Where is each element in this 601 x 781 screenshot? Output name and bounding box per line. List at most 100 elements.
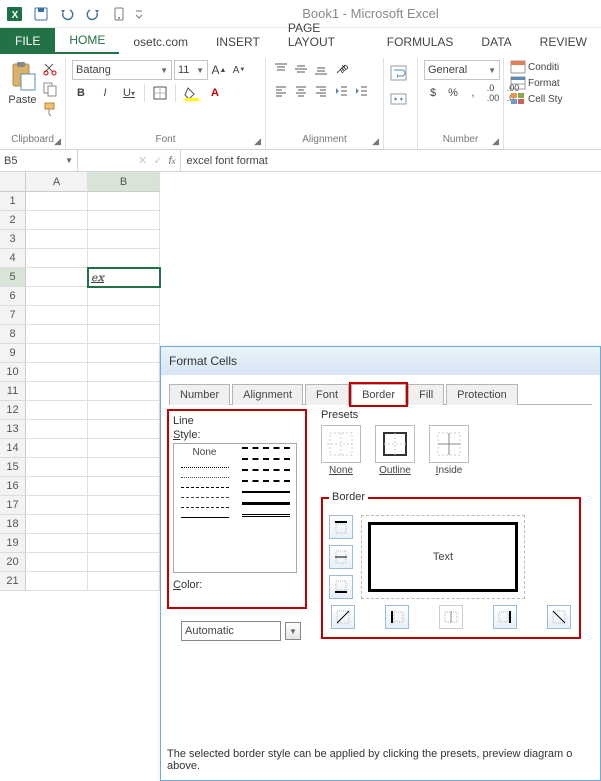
qat-customize-icon[interactable]	[134, 3, 144, 25]
cell-b5[interactable]: ex	[88, 268, 160, 287]
cell[interactable]	[88, 306, 160, 325]
cut-icon[interactable]	[41, 60, 59, 78]
cell[interactable]	[88, 572, 160, 591]
row-header[interactable]: 5	[0, 268, 26, 287]
cell[interactable]	[26, 268, 88, 287]
undo-icon[interactable]	[56, 3, 78, 25]
cell[interactable]	[26, 325, 88, 344]
dialog-tab-border[interactable]: Border	[351, 384, 406, 405]
row-header[interactable]: 7	[0, 306, 26, 325]
cell[interactable]	[26, 287, 88, 306]
tab-data[interactable]: DATA	[467, 30, 525, 54]
cell[interactable]	[26, 401, 88, 420]
row-header[interactable]: 12	[0, 401, 26, 420]
copy-icon[interactable]	[41, 80, 59, 98]
cell[interactable]	[88, 477, 160, 496]
row-header[interactable]: 3	[0, 230, 26, 249]
dialog-tab-protection[interactable]: Protection	[446, 384, 518, 405]
grow-font-icon[interactable]: A▲	[210, 61, 228, 79]
row-header[interactable]: 2	[0, 211, 26, 230]
bold-button[interactable]: B	[72, 84, 90, 102]
row-header[interactable]: 15	[0, 458, 26, 477]
touch-mode-icon[interactable]	[108, 3, 130, 25]
tab-formulas[interactable]: FORMULAS	[373, 30, 468, 54]
fx-icon[interactable]: fx	[168, 155, 175, 167]
percent-button[interactable]: %	[444, 84, 462, 102]
borders-button[interactable]	[151, 84, 169, 102]
cancel-formula-icon[interactable]: ✕	[138, 154, 147, 167]
cell[interactable]	[26, 534, 88, 553]
preset-outline-button[interactable]	[375, 425, 415, 463]
cell[interactable]	[26, 553, 88, 572]
align-right-icon[interactable]	[312, 82, 330, 100]
cell[interactable]	[26, 192, 88, 211]
style-dash-dot-dot[interactable]	[181, 507, 229, 508]
dialog-tab-fill[interactable]: Fill	[408, 384, 444, 405]
row-header[interactable]: 16	[0, 477, 26, 496]
cell[interactable]	[26, 344, 88, 363]
cell[interactable]	[88, 287, 160, 306]
align-top-icon[interactable]	[272, 60, 290, 78]
cell[interactable]	[88, 401, 160, 420]
redo-icon[interactable]	[82, 3, 104, 25]
underline-button[interactable]: U▾	[120, 84, 138, 102]
shrink-font-icon[interactable]: A▼	[230, 61, 248, 79]
font-size-combo[interactable]: 11▼	[174, 60, 208, 80]
cell[interactable]	[26, 496, 88, 515]
cell[interactable]	[88, 249, 160, 268]
style-medium-dash-dot[interactable]	[242, 469, 290, 471]
dialog-tab-font[interactable]: Font	[305, 384, 349, 405]
style-medium-dashed[interactable]	[242, 480, 290, 482]
cell[interactable]	[26, 458, 88, 477]
align-center-icon[interactable]	[292, 82, 310, 100]
row-header[interactable]: 17	[0, 496, 26, 515]
clipboard-launcher-icon[interactable]: ◢	[54, 136, 61, 147]
border-style-list[interactable]: None	[173, 443, 297, 573]
cell[interactable]	[26, 249, 88, 268]
italic-button[interactable]: I	[96, 84, 114, 102]
formula-input[interactable]: excel font format	[181, 155, 601, 167]
cell[interactable]	[26, 382, 88, 401]
orientation-icon[interactable]: ab	[332, 60, 350, 78]
style-medium-dash-dot-dot[interactable]	[242, 447, 290, 449]
col-header-b[interactable]: B	[88, 172, 160, 192]
file-tab[interactable]: FILE	[0, 28, 55, 54]
enter-formula-icon[interactable]: ✓	[153, 154, 162, 167]
merge-center-icon[interactable]	[390, 90, 408, 108]
tab-insert[interactable]: INSERT	[202, 30, 274, 54]
row-header[interactable]: 9	[0, 344, 26, 363]
row-header[interactable]: 4	[0, 249, 26, 268]
number-launcher-icon[interactable]: ◢	[492, 136, 499, 147]
align-bottom-icon[interactable]	[312, 60, 330, 78]
row-header[interactable]: 11	[0, 382, 26, 401]
cell-styles-button[interactable]: Cell Sty	[510, 92, 562, 106]
align-middle-icon[interactable]	[292, 60, 310, 78]
border-middle-h-button[interactable]	[329, 545, 353, 569]
cell[interactable]	[26, 420, 88, 439]
row-header[interactable]: 1	[0, 192, 26, 211]
name-box[interactable]: B5▼	[0, 150, 78, 171]
tab-review[interactable]: REVIEW	[526, 30, 601, 54]
cell[interactable]	[26, 211, 88, 230]
style-thick[interactable]	[242, 502, 290, 505]
cell[interactable]	[88, 211, 160, 230]
accounting-format-button[interactable]: $	[424, 84, 442, 102]
wrap-text-icon[interactable]	[390, 64, 408, 82]
conditional-formatting-button[interactable]: Conditi	[510, 60, 562, 74]
cell[interactable]	[26, 306, 88, 325]
align-left-icon[interactable]	[272, 82, 290, 100]
font-color-button[interactable]: A	[206, 84, 224, 102]
cell[interactable]	[26, 515, 88, 534]
dialog-tab-number[interactable]: Number	[169, 384, 230, 405]
format-as-table-button[interactable]: Format	[510, 76, 562, 90]
row-header[interactable]: 8	[0, 325, 26, 344]
paste-button[interactable]: Paste	[6, 60, 39, 106]
row-header[interactable]: 20	[0, 553, 26, 572]
select-all-corner[interactable]	[0, 172, 26, 192]
style-medium[interactable]	[242, 491, 290, 493]
style-double[interactable]	[242, 514, 290, 517]
format-painter-icon[interactable]	[41, 100, 59, 118]
row-header[interactable]: 19	[0, 534, 26, 553]
number-format-combo[interactable]: General▼	[424, 60, 500, 80]
col-header-a[interactable]: A	[26, 172, 88, 192]
